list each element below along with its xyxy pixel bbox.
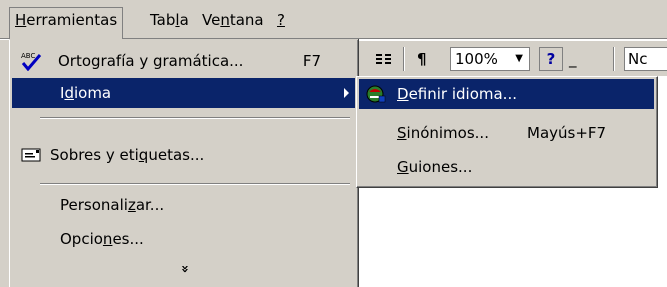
svg-text:ABC: ABC — [21, 52, 35, 60]
chevron-down-icon: ▼ — [515, 53, 523, 64]
menu-ventana[interactable]: Ventana — [197, 8, 269, 32]
envelope-icon — [20, 145, 42, 165]
submenu-item-definir-idioma[interactable]: Definir idioma... — [359, 79, 654, 109]
toolbar-separator — [613, 47, 615, 71]
submenu-arrow-icon — [344, 88, 349, 98]
spellcheck-icon: ABC — [20, 51, 42, 72]
columns-icon[interactable] — [375, 47, 393, 71]
menu-separator — [40, 117, 350, 119]
tools-menu: ABC Ortografía y gramática... F7 Idioma … — [9, 39, 358, 287]
help-button[interactable]: ? — [539, 47, 563, 71]
menu-item-personalizar[interactable]: Personalizar... — [12, 190, 355, 220]
toolbar-overflow-mark: _ — [569, 50, 577, 68]
zoom-select[interactable]: 100% ▼ — [450, 47, 530, 71]
font-select[interactable]: Nc — [624, 47, 667, 71]
menu-separator — [40, 183, 350, 185]
submenu-item-guiones[interactable]: Guiones... — [359, 152, 654, 182]
menu-item-opciones[interactable]: Opciones... — [12, 224, 355, 254]
pilcrow-icon[interactable]: ¶ — [417, 47, 427, 71]
language-submenu: Definir idioma... Sinónimos... Mayús+F7 … — [356, 76, 658, 188]
menu-herramientas[interactable]: Herramientas — [9, 7, 124, 39]
menu-ayuda[interactable]: ? — [272, 8, 290, 32]
menu-bar: Herramientas Tabla Ventana ? — [0, 0, 667, 39]
menu-tabla[interactable]: Tabla — [145, 8, 194, 32]
menu-item-sobres[interactable]: Sobres y etiquetas... — [12, 140, 355, 170]
menu-item-ortografia[interactable]: ABC Ortografía y gramática... F7 — [12, 46, 355, 76]
formatting-toolbar: ¶ 100% ▼ ? _ Nc — [355, 40, 667, 76]
menu-item-idioma[interactable]: Idioma — [12, 78, 355, 108]
submenu-item-sinonimos[interactable]: Sinónimos... Mayús+F7 — [359, 118, 654, 148]
globe-language-icon — [365, 84, 387, 104]
toolbar-separator — [403, 47, 405, 71]
expand-menu-chevron-icon[interactable]: » — [10, 258, 358, 280]
